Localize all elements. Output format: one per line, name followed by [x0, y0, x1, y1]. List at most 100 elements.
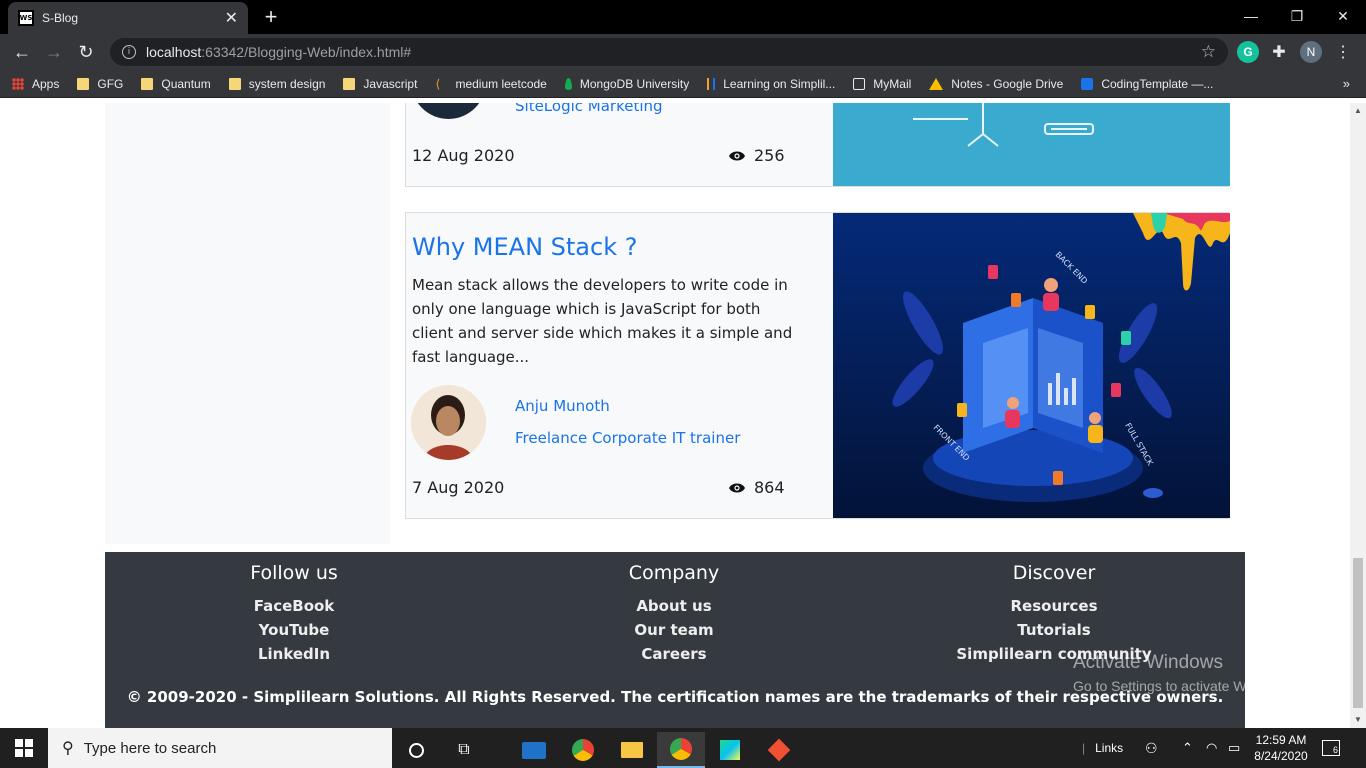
minimize-icon[interactable]: — [1228, 0, 1274, 32]
wifi-icon[interactable]: ◠ [1206, 728, 1217, 768]
bookmark-javascript[interactable]: Javascript [343, 77, 417, 91]
scroll-up-icon[interactable]: ▲ [1350, 103, 1366, 119]
grammarly-icon[interactable]: G [1237, 41, 1259, 63]
url-host: localhost [146, 44, 202, 60]
post-title[interactable]: Why MEAN Stack ? [412, 233, 637, 261]
git-app-icon[interactable] [755, 732, 803, 768]
post-card[interactable]: Why MEAN Stack ? Mean stack allows the d… [405, 212, 1230, 519]
taskbar-links[interactable]: | Links [1082, 728, 1123, 768]
back-arrow-icon[interactable]: ← [10, 40, 34, 64]
battery-icon[interactable]: ▭ [1228, 728, 1240, 768]
file-explorer-icon[interactable] [608, 732, 656, 768]
post-card-text: SiteLogic Marketing 12 Aug 2020 256 [406, 103, 832, 186]
scrollbar-thumb[interactable] [1353, 558, 1363, 708]
forward-arrow-icon[interactable]: → [42, 40, 66, 64]
task-view-icon[interactable]: ⧉ [440, 732, 488, 768]
author-role-link[interactable]: SiteLogic Marketing [515, 103, 663, 115]
footer-column-company: Company About us Our team Careers [574, 562, 774, 666]
restore-icon[interactable]: ❐ [1274, 0, 1320, 32]
bookmark-star-icon[interactable]: ☆ [1201, 42, 1216, 62]
bookmark-gfg[interactable]: GFG [77, 77, 123, 91]
new-tab-button[interactable]: + [258, 4, 284, 30]
windows-start-icon[interactable] [0, 728, 48, 768]
bookmark-google-drive[interactable]: Notes - Google Drive [929, 77, 1063, 91]
browser-titlebar: WS S-Blog ✕ + — ❐ ✕ [0, 0, 1366, 34]
post-card[interactable]: SiteLogic Marketing 12 Aug 2020 256 [405, 103, 1230, 187]
extensions-puzzle-icon[interactable]: ✚ [1268, 41, 1290, 63]
address-bar[interactable]: i localhost:63342/Blogging-Web/index.htm… [110, 38, 1228, 66]
windows-taskbar: ⚲ Type here to search ⧉ | Links ⚇ ⌃ ◠ ▭ 1… [0, 728, 1366, 768]
author-avatar [411, 103, 486, 119]
chrome-app-icon[interactable] [559, 732, 607, 768]
post-excerpt: Mean stack allows the developers to writ… [412, 276, 793, 366]
footer-link-our-team[interactable]: Our team [574, 618, 774, 642]
view-count: 256 [728, 146, 785, 165]
sidebar [105, 103, 390, 544]
taskbar-clock[interactable]: 12:59 AM 8/24/2020 [1250, 732, 1312, 764]
footer-heading: Company [628, 562, 720, 584]
bookmarks-bar: Apps GFG Quantum system design Javascrip… [0, 70, 1366, 98]
menu-kebab-icon[interactable]: ⋮ [1332, 41, 1354, 63]
bookmark-mymail[interactable]: MyMail [853, 77, 911, 91]
search-icon: ⚲ [62, 740, 74, 757]
bookmark-medium-leetcode[interactable]: ⟨ medium leetcode [435, 77, 546, 91]
mean-stack-illustration: BACK END FRONT END FULL STACK [833, 213, 1230, 518]
post-date: 12 Aug 2020 [412, 146, 515, 165]
bookmark-system-design[interactable]: system design [228, 77, 325, 91]
post-date: 7 Aug 2020 [412, 478, 505, 497]
mail-app-icon[interactable] [510, 732, 558, 768]
page-scrollbar[interactable]: ▲ ▼ [1350, 103, 1366, 728]
footer-heading: Follow us [250, 562, 338, 584]
google-drive-icon [929, 77, 944, 90]
coding-template-icon [1081, 77, 1094, 90]
footer-link-linkedin[interactable]: LinkedIn [194, 642, 394, 666]
bookmark-apps[interactable]: Apps [12, 77, 59, 91]
taskbar-search-input[interactable]: ⚲ Type here to search [48, 728, 392, 768]
bookmark-coding-template[interactable]: CodingTemplate —... [1081, 77, 1213, 91]
scroll-down-icon[interactable]: ▼ [1350, 712, 1366, 728]
author-role-link[interactable]: Freelance Corporate IT trainer [515, 429, 740, 447]
people-icon[interactable]: ⚇ [1145, 728, 1158, 768]
post-card-text: Why MEAN Stack ? Mean stack allows the d… [406, 213, 832, 518]
webstorm-app-icon[interactable] [706, 732, 754, 768]
folder-icon [141, 77, 154, 90]
info-icon[interactable]: i [122, 45, 136, 59]
footer-link-facebook[interactable]: FaceBook [194, 594, 394, 618]
bookmarks-overflow-icon[interactable]: » [1343, 76, 1350, 91]
leetcode-icon: ⟨ [435, 76, 441, 91]
mail-icon [853, 77, 866, 90]
footer-link-careers[interactable]: Careers [574, 642, 774, 666]
footer-column-follow-us: Follow us FaceBook YouTube LinkedIn [194, 562, 394, 666]
bookmark-quantum[interactable]: Quantum [141, 77, 211, 91]
simplilearn-icon [707, 77, 716, 90]
tab-title: S-Blog [42, 11, 79, 25]
footer-link-resources[interactable]: Resources [954, 594, 1154, 618]
close-window-icon[interactable]: ✕ [1320, 0, 1366, 32]
post-thumbnail[interactable]: BACK END FRONT END FULL STACK [833, 213, 1230, 518]
footer-link-about-us[interactable]: About us [574, 594, 774, 618]
webstorm-favicon-icon: WS [18, 10, 34, 26]
view-count: 864 [728, 478, 785, 497]
browser-toolbar: ← → ↻ i localhost:63342/Blogging-Web/ind… [0, 34, 1366, 70]
site-footer: Follow us FaceBook YouTube LinkedIn Comp… [105, 552, 1245, 728]
bookmark-mongodb-university[interactable]: MongoDB University [564, 77, 689, 91]
apps-grid-icon [12, 77, 24, 90]
tab-close-icon[interactable]: ✕ [225, 8, 238, 28]
notification-center-icon[interactable]: 6 [1322, 728, 1340, 768]
footer-link-youtube[interactable]: YouTube [194, 618, 394, 642]
footer-column-discover: Discover Resources Tutorials Simplilearn… [954, 562, 1154, 666]
profile-avatar[interactable]: N [1300, 41, 1322, 63]
author-name-link[interactable]: Anju Munoth [515, 397, 610, 415]
reload-icon[interactable]: ↻ [74, 40, 98, 64]
eye-icon [729, 483, 745, 492]
activate-windows-watermark: Activate Windows Go to Settings to activ… [1073, 652, 1294, 694]
folder-icon [77, 77, 90, 90]
eye-icon [729, 151, 745, 160]
footer-link-tutorials[interactable]: Tutorials [954, 618, 1154, 642]
chrome-active-app-icon[interactable] [657, 732, 705, 768]
show-hidden-icons-chevron-icon[interactable]: ⌃ [1182, 728, 1193, 768]
bookmark-simplilearn[interactable]: Learning on Simplil... [707, 77, 835, 91]
browser-tab[interactable]: WS S-Blog ✕ [8, 2, 248, 34]
post-thumbnail[interactable] [833, 103, 1230, 186]
cortana-icon[interactable] [392, 732, 440, 768]
